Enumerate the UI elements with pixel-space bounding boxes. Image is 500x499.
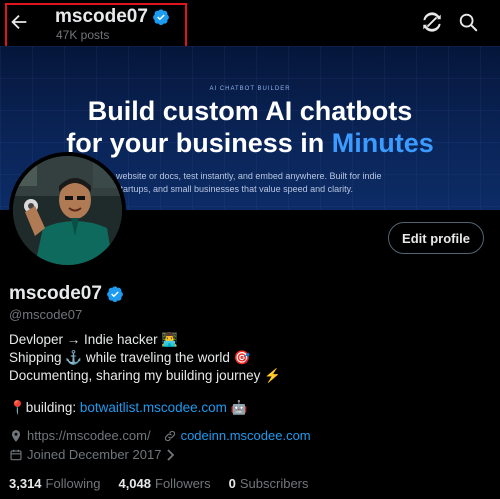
joined-date: Joined December 2017 — [27, 447, 162, 462]
avatar-photo — [13, 156, 122, 265]
banner-headline-1: Build custom AI chatbots — [87, 96, 413, 126]
bio-building: 📍building: botwaitlist.mscodee.com 🤖 — [9, 400, 247, 416]
website-text: https://mscodee.com/ — [27, 428, 151, 443]
subscribers-label: Subscribers — [239, 476, 309, 491]
header-title: mscode07 — [55, 6, 170, 28]
header-posts-count: 47K posts — [56, 28, 110, 42]
verified-badge-icon[interactable] — [106, 285, 124, 303]
verified-badge-icon — [153, 9, 169, 26]
bio-line-3: Documenting, sharing my building journey… — [9, 368, 281, 383]
joined-row: Joined December 2017 — [9, 447, 175, 462]
banner-tag: AI CHATBOT BUILDER — [209, 86, 291, 92]
secondary-link[interactable]: codeinn.mscodee.com — [181, 428, 311, 443]
profile-meta-row: https://mscodee.com/ codeinn.mscodee.com — [9, 428, 311, 443]
refresh-icon[interactable] — [421, 11, 443, 33]
edit-profile-button[interactable]: Edit profile — [388, 222, 484, 254]
building-suffix: 🤖 — [226, 400, 248, 415]
location-pin-icon — [11, 429, 21, 442]
banner-headline-2-prefix: for your business in — [66, 128, 332, 158]
link-icon — [164, 430, 175, 441]
bio-line-2: Shipping ⚓ while traveling the world 🎯 — [9, 350, 251, 365]
top-bar: mscode07 47K posts — [0, 0, 500, 48]
avatar[interactable] — [9, 152, 126, 269]
search-icon[interactable] — [457, 11, 479, 33]
banner-subtext-1: website or docs, test instantly, and emb… — [116, 171, 382, 181]
display-name: mscode07 — [9, 283, 102, 304]
profile-name: mscode07 — [9, 283, 124, 305]
subscribers-stat[interactable]: 0 Subscribers — [229, 476, 309, 491]
header-name: mscode07 — [55, 6, 148, 27]
followers-count: 4,048 — [118, 476, 152, 491]
following-label: Following — [45, 476, 101, 491]
following-count: 3,314 — [9, 476, 42, 491]
banner-headline-accent: Minutes — [331, 128, 434, 158]
banner-subtext-2: startups, and small businesses that valu… — [116, 184, 353, 194]
bio-line-1: Devloper → Indie hacker 👨‍💻 — [9, 332, 179, 347]
profile-stats: 3,314 Following 4,048 Followers 0 Subscr… — [9, 476, 327, 491]
subscribers-count: 0 — [228, 476, 236, 491]
calendar-icon — [10, 449, 22, 460]
followers-stat[interactable]: 4,048 Followers — [118, 476, 210, 491]
building-link[interactable]: botwaitlist.mscodee.com — [80, 400, 227, 415]
chevron-right-icon[interactable] — [165, 448, 175, 461]
building-prefix: 📍building: — [9, 400, 80, 415]
profile-handle: @mscode07 — [9, 307, 83, 322]
followers-label: Followers — [155, 476, 211, 491]
following-stat[interactable]: 3,314 Following — [9, 476, 100, 491]
